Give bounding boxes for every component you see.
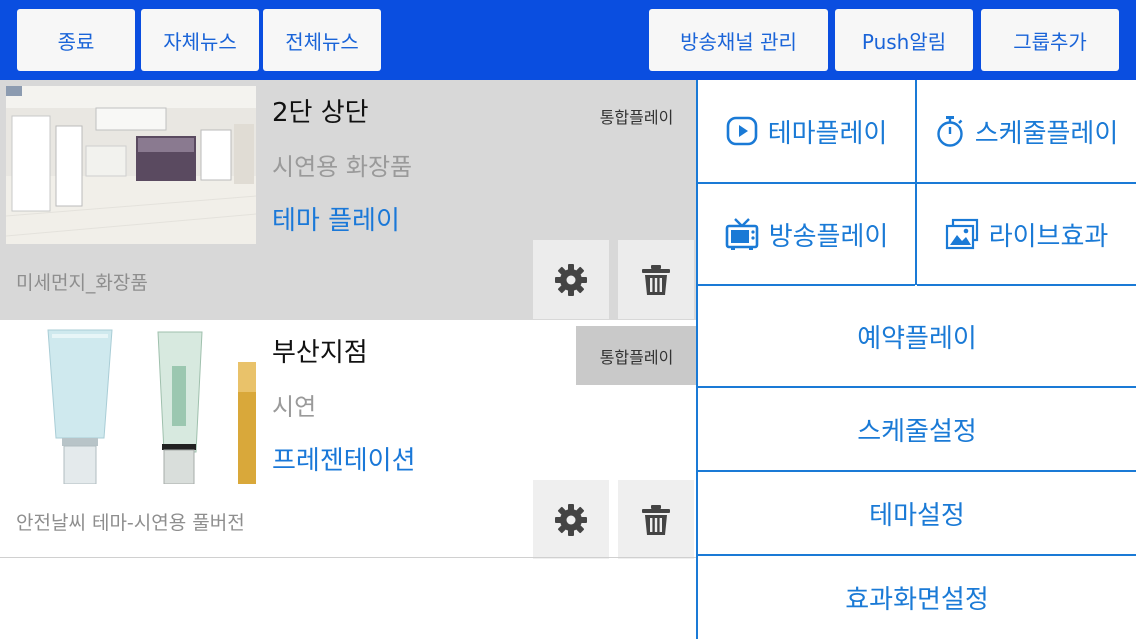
tv-icon xyxy=(725,217,759,251)
channel-badge: 통합플레이 xyxy=(599,107,674,127)
theme-play-button[interactable]: 테마플레이 xyxy=(698,80,915,184)
theme-play-label: 테마플레이 xyxy=(767,118,888,149)
stopwatch-icon xyxy=(935,115,965,147)
all-news-button[interactable]: 전체뉴스 xyxy=(263,9,381,71)
channel-play-mode: 프레젠테이션 xyxy=(272,446,416,476)
channel-thumbnail-cosmetics xyxy=(6,326,256,484)
channel-manage-button[interactable]: 방송채널 관리 xyxy=(649,9,828,71)
gear-icon xyxy=(555,263,587,296)
channel-card[interactable]: 부산지점 시연 프레젠테이션 통합플레이 안전날씨 테마-시연용 풀버전 xyxy=(0,320,697,560)
exit-button[interactable]: 종료 xyxy=(17,9,135,71)
photos-icon xyxy=(945,218,979,250)
channel-description: 미세먼지_화장품 xyxy=(16,272,148,294)
broadcast-play-button[interactable]: 방송플레이 xyxy=(698,184,915,286)
trash-icon xyxy=(642,504,670,535)
add-group-button[interactable]: 그룹추가 xyxy=(981,9,1119,71)
top-toolbar: 종료 자체뉴스 전체뉴스 방송채널 관리 Push알림 그룹추가 xyxy=(0,0,1136,80)
channel-delete-button[interactable] xyxy=(618,480,694,559)
channel-badge: 통합플레이 xyxy=(576,326,697,385)
channel-description: 안전날씨 테마-시연용 풀버전 xyxy=(16,512,245,534)
schedule-settings-button[interactable]: 스케줄설정 xyxy=(698,388,1136,472)
reserve-play-button[interactable]: 예약플레이 xyxy=(698,286,1136,388)
broadcast-play-label: 방송플레이 xyxy=(768,221,889,252)
schedule-play-button[interactable]: 스케줄플레이 xyxy=(917,80,1136,184)
channel-card[interactable]: 2단 상단 시연용 화장품 테마 플레이 통합플레이 미세먼지_화장품 xyxy=(0,80,697,320)
channel-thumbnail-store xyxy=(6,86,256,244)
app-root: 종료 자체뉴스 전체뉴스 방송채널 관리 Push알림 그룹추가 2단 상단 시… xyxy=(0,0,1136,639)
channel-subtitle: 시연용 화장품 xyxy=(272,153,413,181)
play-circle-icon xyxy=(726,115,758,147)
live-effect-label: 라이브효과 xyxy=(988,221,1109,252)
theme-settings-button[interactable]: 테마설정 xyxy=(698,472,1136,556)
live-effect-button[interactable]: 라이브효과 xyxy=(917,184,1136,286)
channel-play-mode: 테마 플레이 xyxy=(272,206,400,236)
channel-settings-button[interactable] xyxy=(533,480,609,559)
schedule-play-label: 스케줄플레이 xyxy=(974,118,1119,149)
channel-delete-button[interactable] xyxy=(618,240,694,319)
gear-icon xyxy=(555,503,587,536)
channel-title: 부산지점 xyxy=(272,338,368,368)
trash-icon xyxy=(642,264,670,295)
list-divider xyxy=(0,557,697,558)
own-news-button[interactable]: 자체뉴스 xyxy=(141,9,259,71)
channel-title: 2단 상단 xyxy=(272,98,369,128)
channel-settings-button[interactable] xyxy=(533,240,609,319)
push-notification-button[interactable]: Push알림 xyxy=(835,9,973,71)
channel-subtitle: 시연 xyxy=(272,393,317,421)
effect-screen-settings-button[interactable]: 효과화면설정 xyxy=(698,556,1136,639)
